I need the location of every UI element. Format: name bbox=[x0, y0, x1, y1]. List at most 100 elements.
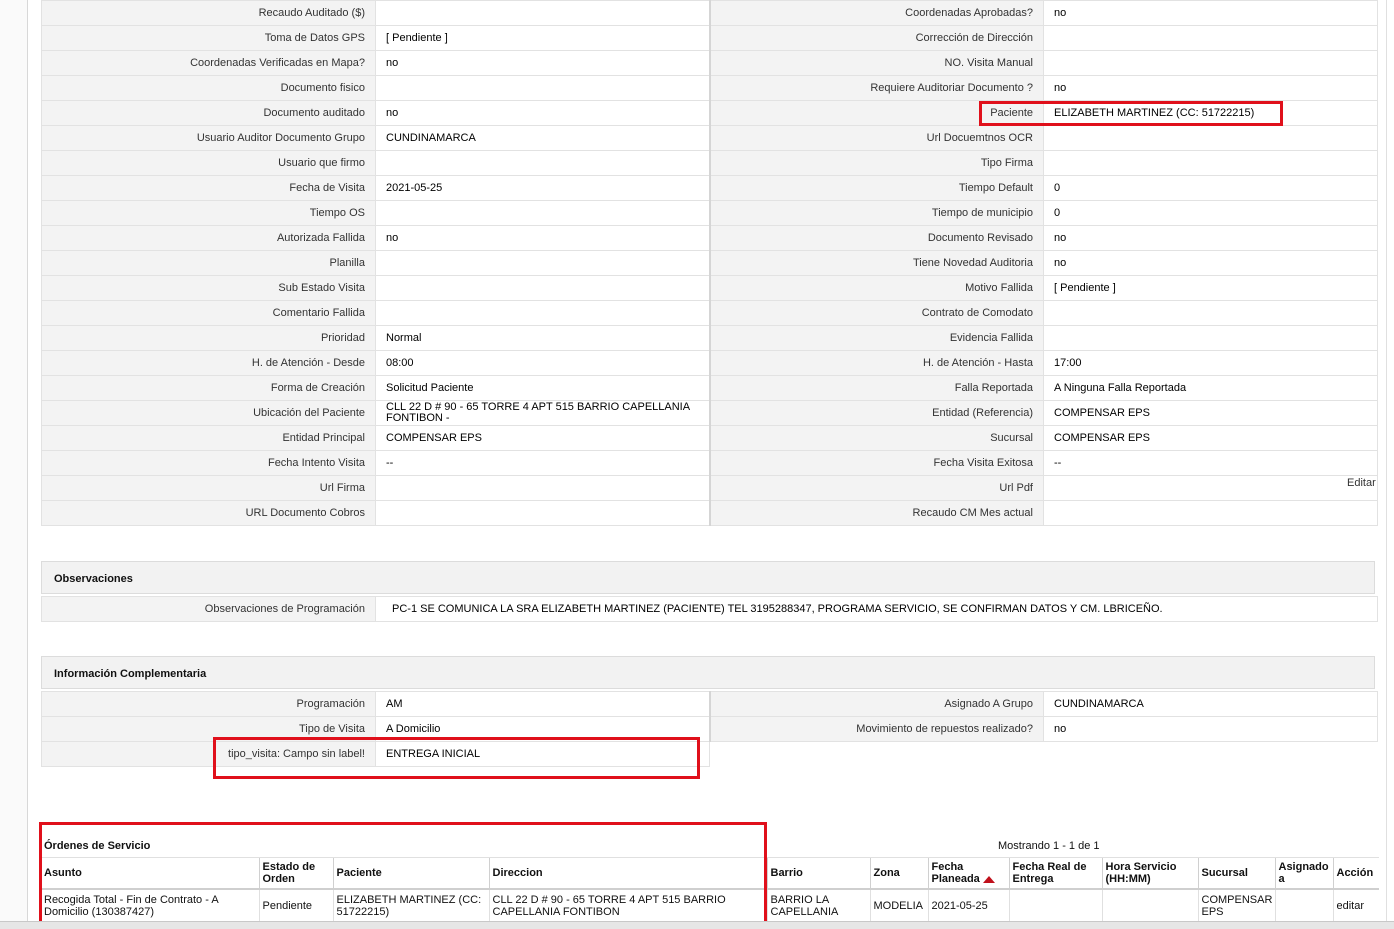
field-label: Forma de Creación bbox=[41, 375, 376, 401]
order-paciente: ELIZABETH MARTINEZ (CC: 51722215) bbox=[332, 889, 489, 922]
field-value bbox=[1043, 500, 1378, 526]
field-value: AM bbox=[375, 691, 710, 717]
sort-ascending-icon[interactable] bbox=[982, 875, 995, 883]
field-label: URL Documento Cobros bbox=[41, 500, 376, 526]
field-label: Coordenadas Aprobadas? bbox=[708, 0, 1044, 26]
field-label: Tipo de Visita bbox=[41, 716, 376, 742]
field-value: 08:00 bbox=[375, 350, 710, 376]
field-label: Usuario que firmo bbox=[41, 150, 376, 176]
field-label: Paciente bbox=[708, 100, 1044, 126]
field-label: Falla Reportada bbox=[708, 375, 1044, 401]
column-header[interactable]: Asignado a bbox=[1274, 857, 1333, 890]
order-estado: Pendiente bbox=[258, 889, 333, 922]
field-label: Url Pdf bbox=[708, 475, 1044, 501]
field-label: NO. Visita Manual bbox=[708, 50, 1044, 76]
field-label: Entidad (Referencia) bbox=[708, 400, 1044, 426]
field-label: Programación bbox=[41, 691, 376, 717]
column-header-label: Asunto bbox=[44, 867, 82, 879]
field-row: H. de Atención - Desde 08:00 H. de Atenció… bbox=[41, 350, 1378, 376]
field-value: A Ninguna Falla Reportada bbox=[1043, 375, 1378, 401]
field-label: Motivo Fallida bbox=[708, 275, 1044, 301]
field-value bbox=[375, 0, 710, 26]
column-header[interactable]: Fecha Planeada bbox=[927, 857, 1009, 890]
field-value bbox=[375, 300, 710, 326]
column-header-label: Fecha Planeada bbox=[931, 861, 980, 885]
field-label: Sub Estado Visita bbox=[41, 275, 376, 301]
field-value: 17:00 bbox=[1043, 350, 1378, 376]
field-value bbox=[1043, 150, 1378, 176]
field-row: Usuario que firmo Tipo Firma bbox=[41, 150, 1378, 176]
field-value: CUNDINAMARCA bbox=[1043, 691, 1378, 717]
field-value: CUNDINAMARCA bbox=[375, 125, 710, 151]
field-label: Fecha Visita Exitosa bbox=[708, 450, 1044, 476]
field-value: COMPENSAR EPS bbox=[1043, 425, 1378, 451]
field-value: -- bbox=[1043, 450, 1378, 476]
column-header[interactable]: Paciente bbox=[332, 857, 489, 890]
service-orders-table: Asunto Estado de Orden Paciente Direccion Ba… bbox=[41, 857, 1379, 922]
field-value bbox=[375, 150, 710, 176]
field-label: Tiene Novedad Auditoria bbox=[708, 250, 1044, 276]
complementary-row: tipo_visita: Campo sin label! ENTREGA INI… bbox=[41, 741, 1378, 767]
field-label: H. de Atención - Desde bbox=[41, 350, 376, 376]
column-header[interactable]: Barrio bbox=[766, 857, 870, 890]
order-fecha-planeada: 2021-05-25 bbox=[927, 889, 1009, 922]
field-row: Tiempo OS Tiempo de municipio 0 bbox=[41, 200, 1378, 226]
field-row: Forma de Creación Solicitud Paciente Falla… bbox=[41, 375, 1378, 401]
field-value: no bbox=[375, 225, 710, 251]
pagination-summary: Mostrando 1 - 1 de 1 bbox=[998, 840, 1100, 852]
field-row: Recaudo Auditado ($) Coordenadas Aprobada… bbox=[41, 0, 1378, 26]
field-label: Comentario Fallida bbox=[41, 300, 376, 326]
order-accion[interactable]: editar bbox=[1332, 889, 1379, 922]
field-value: COMPENSAR EPS bbox=[1043, 400, 1378, 426]
field-label: Prioridad bbox=[41, 325, 376, 351]
order-row: Recogida Total - Fin de Contrato - A Dom… bbox=[41, 889, 1379, 922]
column-header[interactable]: Asunto bbox=[41, 857, 259, 890]
order-barrio: BARRIO LA CAPELLANIA bbox=[766, 889, 870, 922]
empty-cell bbox=[709, 741, 1378, 767]
field-label: Url Docuemtnos OCR bbox=[708, 125, 1044, 151]
column-header-label: Direccion bbox=[492, 867, 543, 879]
column-header[interactable]: Sucursal bbox=[1197, 857, 1275, 890]
order-asignado bbox=[1274, 889, 1333, 922]
right-scroll-gutter bbox=[1386, 0, 1387, 928]
field-label: Planilla bbox=[41, 250, 376, 276]
column-header[interactable]: Fecha Real de Entrega bbox=[1008, 857, 1102, 890]
order-asunto: Recogida Total - Fin de Contrato - A Dom… bbox=[41, 889, 259, 922]
observation-label: Observaciones de Programación bbox=[41, 596, 376, 622]
column-header[interactable]: Estado de Orden bbox=[258, 857, 333, 890]
field-row: Ubicación del Paciente CLL 22 D # 90 - 65… bbox=[41, 400, 1378, 426]
field-row: Sub Estado Visita Motivo Fallida[ Pendien… bbox=[41, 275, 1378, 301]
field-value: [ Pendiente ] bbox=[375, 25, 710, 51]
complementary-row: Tipo de Visita A Domicilio Movimiento de r… bbox=[41, 716, 1378, 742]
field-value: COMPENSAR EPS bbox=[375, 425, 710, 451]
field-label: Usuario Auditor Documento Grupo bbox=[41, 125, 376, 151]
detail-fields-table: Recaudo Auditado ($) Coordenadas Aprobada… bbox=[41, 0, 1378, 526]
order-sucursal: COMPENSAR EPS bbox=[1197, 889, 1275, 922]
order-zona: MODELIA bbox=[869, 889, 928, 922]
field-label: Asignado A Grupo bbox=[708, 691, 1044, 717]
field-row: Comentario Fallida Contrato de Comodato bbox=[41, 300, 1378, 326]
field-value: no bbox=[1043, 716, 1378, 742]
column-header[interactable]: Zona bbox=[869, 857, 928, 890]
field-value: CLL 22 D # 90 - 65 TORRE 4 APT 515 BARRI… bbox=[375, 400, 710, 426]
column-header[interactable]: Direccion bbox=[488, 857, 767, 890]
field-row: Entidad Principal COMPENSAR EPS Sucursal CO… bbox=[41, 425, 1378, 451]
edit-link[interactable]: Editar bbox=[1347, 477, 1376, 489]
field-label: Corrección de Dirección bbox=[708, 25, 1044, 51]
field-label: Movimiento de repuestos realizado? bbox=[708, 716, 1044, 742]
field-row: Documento fisico Requiere Auditoriar Docu… bbox=[41, 75, 1378, 101]
column-header[interactable]: Hora Servicio (HH:MM) bbox=[1101, 857, 1198, 890]
column-header[interactable]: Acción bbox=[1332, 857, 1379, 890]
service-orders-title: Órdenes de Servicio bbox=[44, 840, 151, 852]
column-header-label: Fecha Real de Entrega bbox=[1012, 861, 1087, 885]
field-label: Contrato de Comodato bbox=[708, 300, 1044, 326]
field-value bbox=[375, 250, 710, 276]
field-label: Requiere Auditoriar Documento ? bbox=[708, 75, 1044, 101]
field-label: Evidencia Fallida bbox=[708, 325, 1044, 351]
field-label: Toma de Datos GPS bbox=[41, 25, 376, 51]
complementary-section-title: Información Complementaria bbox=[41, 656, 1375, 689]
field-label: Recaudo CM Mes actual bbox=[708, 500, 1044, 526]
field-value: ELIZABETH MARTINEZ (CC: 51722215) bbox=[1043, 100, 1378, 126]
field-value: ENTREGA INICIAL bbox=[375, 741, 710, 767]
field-value: -- bbox=[375, 450, 710, 476]
